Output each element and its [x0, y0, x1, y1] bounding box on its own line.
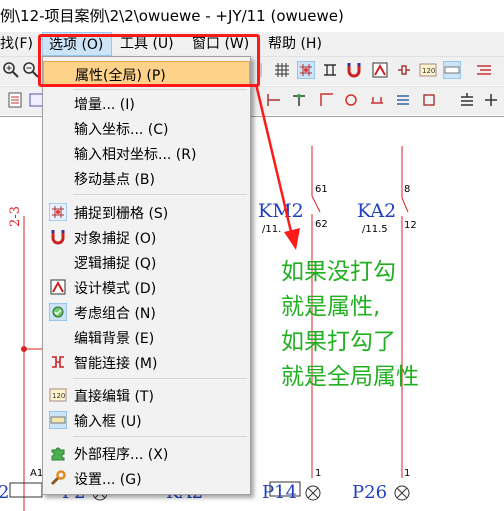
menu-item-smart-connect[interactable]: 智能连接 (M) [43, 350, 250, 374]
menu-separator [73, 194, 247, 195]
menu-item-input-coordinates[interactable]: 输入坐标... (C) [43, 116, 250, 140]
menu-item-direct-edit[interactable]: 120 直接编辑 (T) [43, 383, 250, 407]
menu-item-snap-to-grid[interactable]: 捕捉到栅格 (S) [43, 200, 250, 224]
options-dropdown-menu: 属性(全局) (P) 增量... (I) 输入坐标... (C) 输入相对坐标.… [42, 56, 251, 495]
menu-item-label: 输入相对坐标... (R) [74, 147, 197, 163]
menu-item-label: 输入坐标... (C) [74, 122, 169, 138]
menu-item-label: 直接编辑 (T) [74, 389, 154, 405]
menu-item-label: 增量... (I) [74, 97, 135, 113]
menu-item-increment[interactable]: 增量... (I) [43, 91, 250, 115]
menu-item-label: 考虑组合 (N) [74, 306, 156, 322]
menu-item-object-snap[interactable]: 对象捕捉 (O) [43, 225, 250, 249]
menu-item-settings[interactable]: 设置... (G) [43, 466, 250, 490]
group-icon [49, 303, 67, 321]
menu-item-label: 移动基点 (B) [74, 172, 155, 188]
menu-item-input-relative-coordinates[interactable]: 输入相对坐标... (R) [43, 141, 250, 165]
menu-item-label: 捕捉到栅格 (S) [74, 206, 169, 222]
menu-separator [73, 89, 247, 90]
menu-item-move-base-point[interactable]: 移动基点 (B) [43, 166, 250, 190]
magnet-icon [51, 230, 65, 245]
menu-item-design-mode[interactable]: 设计模式 (D) [43, 275, 250, 299]
svg-text:120: 120 [52, 392, 65, 400]
puzzle-icon [51, 447, 65, 461]
menu-item-label: 编辑背景 (E) [74, 331, 155, 347]
design-mode-icon [50, 279, 66, 295]
menu-item-edit-background[interactable]: 编辑背景 (E) [43, 325, 250, 349]
grid-snap-icon [49, 203, 67, 221]
menu-item-consider-group[interactable]: 考虑组合 (N) [43, 300, 250, 324]
menu-separator [73, 378, 247, 379]
menu-item-label: 对象捕捉 (O) [74, 231, 157, 247]
menu-item-label: 设计模式 (D) [74, 281, 157, 297]
menu-separator [73, 436, 247, 437]
menu-item-label: 设置... (G) [74, 472, 142, 488]
menu-item-label: 智能连接 (M) [74, 356, 158, 372]
menu-item-label: 逻辑捕捉 (Q) [74, 256, 157, 272]
direct-edit-icon: 120 [49, 388, 67, 402]
menu-item-logic-snap[interactable]: 逻辑捕捉 (Q) [43, 250, 250, 274]
red-highlight-box [38, 34, 260, 87]
menu-item-external-programs[interactable]: 外部程序... (X) [43, 441, 250, 465]
menu-item-label: 外部程序... (X) [74, 447, 169, 463]
wrench-icon [50, 470, 66, 486]
input-box-icon [49, 411, 67, 429]
menu-item-input-box[interactable]: 输入框 (U) [43, 408, 250, 432]
menu-item-label: 输入框 (U) [74, 414, 142, 430]
smart-connect-icon [52, 356, 64, 368]
